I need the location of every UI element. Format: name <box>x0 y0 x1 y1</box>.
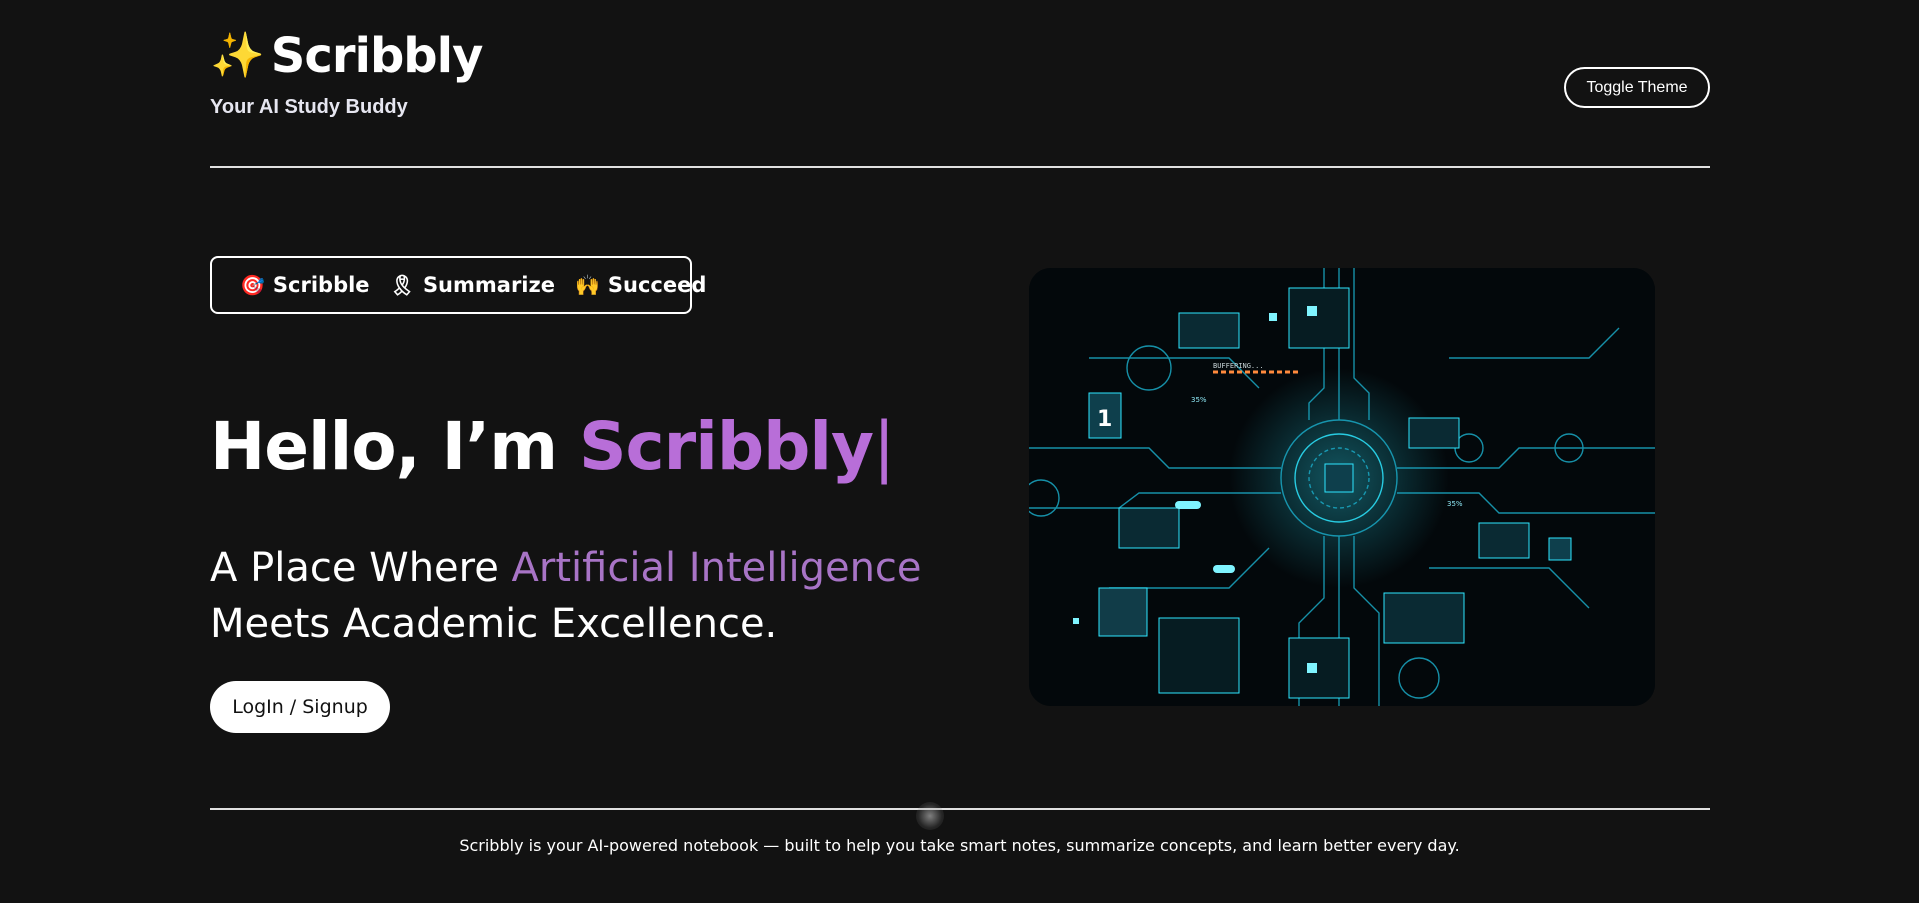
chip-number-text: 1 <box>1097 407 1112 432</box>
target-icon: 🎯 <box>240 273 265 297</box>
sparkle-icon: ✨ <box>210 30 265 81</box>
typing-cursor: | <box>872 408 895 485</box>
landing-page: ✨ Scribbly Your AI Study Buddy Toggle Th… <box>0 0 1919 903</box>
hero-title: Hello, I’m Scribbly| <box>210 408 895 485</box>
brand-name: Scribbly <box>270 28 484 84</box>
brand: ✨ Scribbly <box>210 28 1710 84</box>
footer-divider <box>210 808 1710 810</box>
hero-title-prefix: Hello, I’m <box>210 408 580 485</box>
toggle-theme-button[interactable]: Toggle Theme <box>1564 67 1710 108</box>
pill-label: Scribble <box>272 273 370 297</box>
header-divider <box>210 166 1710 168</box>
pill-scribble: 🎯 Scribble <box>240 273 370 297</box>
circuit-board-svg: BUFFERING... 1 35% 35% <box>1029 268 1655 706</box>
hero-subtitle-line2: Meets Academic Excellence. <box>210 601 778 647</box>
hero-subtitle-prefix: A Place Where <box>210 545 512 591</box>
pill-label: Summarize <box>422 273 555 297</box>
login-signup-button[interactable]: LogIn / Signup <box>210 681 390 733</box>
buffering-text: BUFFERING... <box>1213 362 1264 370</box>
site-header: ✨ Scribbly Your AI Study Buddy Toggle Th… <box>210 28 1710 168</box>
percent-left-text: 35% <box>1191 396 1207 404</box>
percent-right-text: 35% <box>1447 500 1463 508</box>
hero-title-accent: Scribbly <box>579 408 874 485</box>
footer-description: Scribbly is your AI-powered notebook — b… <box>459 836 1460 855</box>
hero-subtitle-line1: A Place Where Artificial Intelligence <box>210 540 922 596</box>
tagline: Your AI Study Buddy <box>210 96 408 118</box>
cursor-blur <box>916 802 944 830</box>
circuit-board-illustration: BUFFERING... 1 35% 35% <box>1029 268 1655 706</box>
people-celebrating-icon: 🙌 <box>574 273 600 297</box>
pill-summarize: 🎗 Summarize <box>390 273 555 297</box>
feature-pills: 🎯 Scribble 🎗 Summarize 🙌 Succeed <box>210 256 706 314</box>
pill-label: Succeed <box>607 273 707 297</box>
hero-subtitle: A Place Where Artificial Intelligence Me… <box>210 540 922 652</box>
ribbon-icon: 🎗 <box>389 273 415 297</box>
pill-succeed: 🙌 Succeed <box>575 273 706 297</box>
hero-subtitle-accent: Artificial Intelligence <box>511 545 922 591</box>
